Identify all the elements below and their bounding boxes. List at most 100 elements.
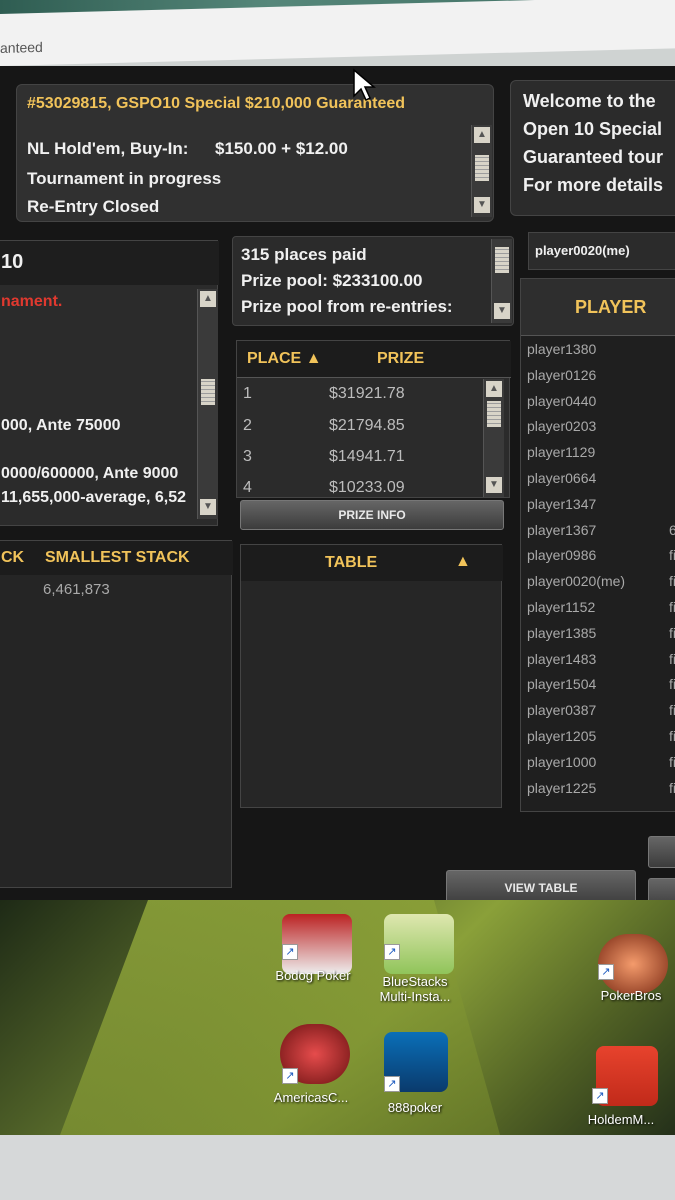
- prize-cell: $21794.85: [329, 417, 405, 434]
- scroll-thumb[interactable]: [487, 401, 501, 427]
- player-name[interactable]: player1205: [527, 728, 596, 744]
- scroll-down-icon[interactable]: ▼: [486, 477, 502, 493]
- table-row[interactable]: 3 $14941.71: [237, 442, 485, 473]
- welcome-line-3: Guaranteed tour: [523, 147, 664, 167]
- player-stack: fin: [669, 779, 675, 796]
- player-stack: fi: [669, 624, 675, 641]
- column-largest-stack[interactable]: CK: [1, 549, 24, 567]
- player-name[interactable]: player1504: [527, 676, 596, 692]
- welcome-line-2: Open 10 Special: [523, 119, 663, 139]
- shortcut-arrow-icon: ↗: [282, 1068, 298, 1084]
- player-name[interactable]: player1129: [527, 444, 595, 460]
- player-stack: fi: [669, 573, 675, 590]
- player-name[interactable]: player0126: [527, 367, 596, 383]
- scroll-down-icon[interactable]: ▼: [474, 197, 490, 213]
- smallest-stack-value: 6,461,873: [43, 581, 110, 598]
- player-stack: fin: [669, 753, 675, 770]
- side-button[interactable]: [648, 836, 675, 868]
- scroll-down-icon[interactable]: ▼: [494, 303, 510, 319]
- desktop-icon-label: AmericasC...: [273, 1090, 349, 1105]
- prize-info-button[interactable]: PRIZE INFO: [240, 500, 504, 530]
- blinds-scrollbar[interactable]: ▲ ▼: [197, 289, 218, 519]
- desktop-icon-label: HoldemM...: [587, 1112, 655, 1127]
- player-stack: fin: [669, 702, 675, 719]
- game-type: NL Hold'em, Buy-In:: [27, 139, 189, 158]
- place-cell: 4: [243, 479, 252, 496]
- player-name[interactable]: player0387: [527, 702, 596, 718]
- prize-scrollbar[interactable]: ▲ ▼: [483, 379, 504, 497]
- blinds-info-panel: 10 nament. 000, Ante 75000 0000/600000, …: [0, 240, 219, 526]
- table-panel-header: TABLE ▲: [241, 545, 503, 581]
- prize-cell: $14941.71: [329, 448, 405, 465]
- desktop-background: ↗ Bodog Poker ↗ BlueStacks Multi-Insta..…: [0, 900, 675, 1135]
- column-prize[interactable]: PRIZE: [377, 350, 424, 368]
- scroll-thumb[interactable]: [201, 379, 215, 405]
- player-name[interactable]: player0664: [527, 470, 596, 486]
- reentry-status: Re-Entry Closed: [27, 197, 160, 216]
- player-stack: fi: [669, 676, 675, 693]
- blinds-info-title: 10: [1, 251, 24, 273]
- welcome-line-4: For more details: [523, 175, 664, 195]
- player-name[interactable]: player1367: [527, 522, 596, 538]
- scroll-up-icon[interactable]: ▲: [474, 127, 490, 143]
- player-name[interactable]: player0986: [527, 547, 596, 563]
- tournament-title: #53029815, GSPO10 Special $210,000 Guara…: [27, 95, 406, 112]
- player-stack: fi: [669, 650, 675, 667]
- stacks-summary: 11,655,000-average, 6,52: [1, 489, 187, 506]
- shortcut-arrow-icon: ↗: [598, 964, 614, 980]
- column-place[interactable]: PLACE ▲: [247, 350, 322, 368]
- buy-in-amount: $150.00 + $12.00: [215, 139, 348, 158]
- welcome-line-1: Welcome to the: [523, 91, 656, 111]
- prize-pool-text: Prize pool: $233100.00: [241, 271, 423, 290]
- scroll-up-icon[interactable]: ▲: [200, 291, 216, 307]
- stacks-panel: CK SMALLEST STACK 6,461,873: [0, 540, 233, 888]
- desktop-icon-label: 888poker: [387, 1100, 443, 1115]
- tournament-status: Tournament in progress: [27, 169, 222, 188]
- player-name[interactable]: player1385: [527, 625, 596, 641]
- red-notice-text: nament.: [1, 293, 63, 310]
- player-stack: fi: [669, 599, 675, 615]
- tournament-info-box: #53029815, GSPO10 Special $210,000 Guara…: [16, 84, 494, 222]
- my-player-box: player0020(me): [528, 232, 675, 270]
- player-stack: 6: [669, 521, 675, 538]
- sort-asc-icon: ▲: [305, 350, 322, 367]
- monitor-bezel-bottom: [0, 1135, 675, 1200]
- player-name[interactable]: player0020(me): [527, 573, 625, 589]
- scroll-down-icon[interactable]: ▼: [200, 499, 216, 515]
- table-row[interactable]: 2 $21794.85: [237, 411, 485, 442]
- column-smallest-stack[interactable]: SMALLEST STACK: [45, 549, 190, 567]
- stacks-header: CK SMALLEST STACK: [0, 541, 233, 575]
- players-list: PLAYER player1380 player0126 player0440 pla…: [520, 278, 675, 812]
- player-stack: fi: [669, 547, 675, 564]
- scroll-thumb[interactable]: [475, 155, 489, 181]
- player-name[interactable]: player1225: [527, 780, 596, 796]
- blinds-info-header: 10: [0, 241, 219, 285]
- shortcut-arrow-icon: ↗: [282, 944, 298, 960]
- table-row[interactable]: 1 $31921.78: [237, 379, 485, 410]
- player-name[interactable]: player0440: [527, 393, 596, 409]
- shortcut-arrow-icon: ↗: [384, 944, 400, 960]
- player-name[interactable]: player1347: [527, 496, 596, 512]
- scroll-thumb[interactable]: [495, 247, 509, 273]
- prize-cell: $10233.09: [329, 479, 405, 496]
- info-scrollbar[interactable]: ▲ ▼: [471, 125, 492, 217]
- column-player[interactable]: PLAYER: [575, 297, 646, 318]
- shortcut-arrow-icon: ↗: [592, 1088, 608, 1104]
- welcome-message-box: Welcome to the Open 10 Special Guarantee…: [510, 80, 675, 216]
- player-stack: fin: [669, 728, 675, 744]
- places-scrollbar[interactable]: ▼: [491, 239, 512, 323]
- scroll-up-icon[interactable]: ▲: [486, 381, 502, 397]
- my-player-name: player0020(me): [535, 243, 630, 258]
- player-name[interactable]: player1483: [527, 651, 596, 667]
- place-cell: 2: [243, 417, 252, 434]
- prize-cell: $31921.78: [329, 385, 405, 402]
- player-name[interactable]: player1152: [527, 599, 595, 615]
- column-place-label: PLACE: [247, 350, 302, 367]
- player-name[interactable]: player1380: [527, 341, 596, 357]
- player-name[interactable]: player0203: [527, 418, 596, 434]
- prize-table: PLACE ▲ PRIZE 1 $31921.78 2 $21794.85 3 $14…: [236, 340, 511, 498]
- current-level: 000, Ante 75000: [1, 417, 121, 434]
- column-table[interactable]: TABLE: [325, 554, 377, 572]
- player-name[interactable]: player1000: [527, 754, 596, 770]
- place-cell: 3: [243, 448, 252, 465]
